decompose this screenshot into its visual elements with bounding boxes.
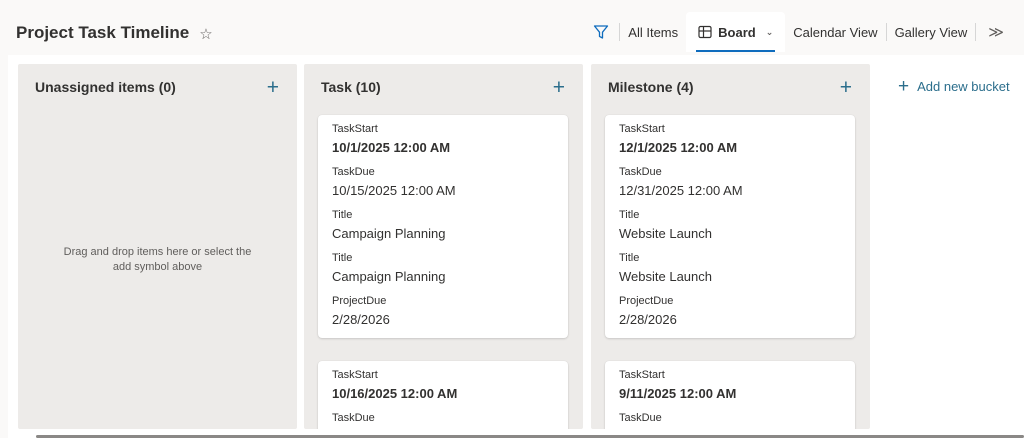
list-title-area: Project Task Timeline ☆ xyxy=(16,23,213,43)
bucket-unassigned: Unassigned items (0) + Drag and drop ite… xyxy=(18,64,297,429)
field-label: Title xyxy=(332,209,353,221)
view-gallery[interactable]: Gallery View xyxy=(887,12,976,52)
top-bar: Project Task Timeline ☆ All Items Board … xyxy=(0,0,1024,60)
board-canvas: Unassigned items (0) + Drag and drop ite… xyxy=(8,55,1024,438)
field-label: Title xyxy=(619,209,640,221)
field-value: 2/28/2026 xyxy=(332,312,390,327)
add-item-icon[interactable]: + xyxy=(840,77,852,98)
bucket-title: Task (10) xyxy=(321,79,381,95)
board-card[interactable]: TaskStart 12/1/2025 12:00 AM TaskDue 12/… xyxy=(605,115,855,338)
field-value: 9/11/2025 12:00 AM xyxy=(619,386,737,401)
field-label: Title xyxy=(332,252,353,264)
field-label: TaskStart xyxy=(332,123,378,135)
bucket-title: Milestone (4) xyxy=(608,79,694,95)
view-switcher: All Items Board ⌄ Calendar View Gallery … xyxy=(583,12,1016,52)
field-label: TaskDue xyxy=(619,166,662,178)
view-calendar[interactable]: Calendar View xyxy=(785,12,885,52)
field-value: 12/1/2025 12:00 AM xyxy=(619,140,738,155)
view-all-items[interactable]: All Items xyxy=(620,12,686,52)
field-label: TaskDue xyxy=(332,412,375,424)
filter-button[interactable] xyxy=(583,12,619,52)
filter-icon xyxy=(594,25,609,39)
field-label: TaskStart xyxy=(619,369,665,381)
field-value: 10/15/2025 12:00 AM xyxy=(332,183,456,198)
board-card[interactable]: TaskStart 10/16/2025 12:00 AM TaskDue xyxy=(318,361,568,429)
field-value: 2/28/2026 xyxy=(619,312,677,327)
add-item-icon[interactable]: + xyxy=(553,77,565,98)
add-new-bucket-button[interactable]: + Add new bucket xyxy=(898,77,1010,96)
plus-icon: + xyxy=(898,76,910,97)
double-chevron-right-icon[interactable]: ≫ xyxy=(976,23,1016,41)
field-label: TaskStart xyxy=(332,369,378,381)
field-value: 10/1/2025 12:00 AM xyxy=(332,140,451,155)
board-icon xyxy=(698,25,712,39)
view-board-label: Board xyxy=(718,24,756,40)
field-label: TaskDue xyxy=(332,166,375,178)
star-outline-icon[interactable]: ☆ xyxy=(199,25,212,43)
bucket-header: Unassigned items (0) + xyxy=(18,64,297,110)
field-label: Title xyxy=(619,252,640,264)
board-card[interactable]: TaskStart 9/11/2025 12:00 AM TaskDue xyxy=(605,361,855,429)
page-title: Project Task Timeline xyxy=(16,23,190,42)
field-label: TaskStart xyxy=(619,123,665,135)
field-label: ProjectDue xyxy=(619,295,674,307)
field-value: Campaign Planning xyxy=(332,226,446,241)
field-label: ProjectDue xyxy=(332,295,387,307)
add-bucket-label: Add new bucket xyxy=(917,79,1010,94)
field-value: Website Launch xyxy=(619,269,712,284)
field-label: TaskDue xyxy=(619,412,662,424)
empty-bucket-hint: Drag and drop items here or select the a… xyxy=(63,246,252,273)
field-value: Website Launch xyxy=(619,226,712,241)
field-value: 12/31/2025 12:00 AM xyxy=(619,183,743,198)
view-board[interactable]: Board ⌄ xyxy=(686,12,786,52)
chevron-down-icon[interactable]: ⌄ xyxy=(766,27,774,38)
bucket-header: Milestone (4) + xyxy=(591,64,870,110)
bucket-milestone: Milestone (4) + TaskStart 12/1/2025 12:0… xyxy=(591,64,870,429)
field-value: Campaign Planning xyxy=(332,269,446,284)
bucket-header: Task (10) + xyxy=(304,64,583,110)
add-item-icon[interactable]: + xyxy=(267,77,279,98)
field-value: 10/16/2025 12:00 AM xyxy=(332,386,458,401)
board-card[interactable]: TaskStart 10/1/2025 12:00 AM TaskDue 10/… xyxy=(318,115,568,338)
bucket-title: Unassigned items (0) xyxy=(35,79,176,95)
bucket-task: Task (10) + TaskStart 10/1/2025 12:00 AM… xyxy=(304,64,583,429)
